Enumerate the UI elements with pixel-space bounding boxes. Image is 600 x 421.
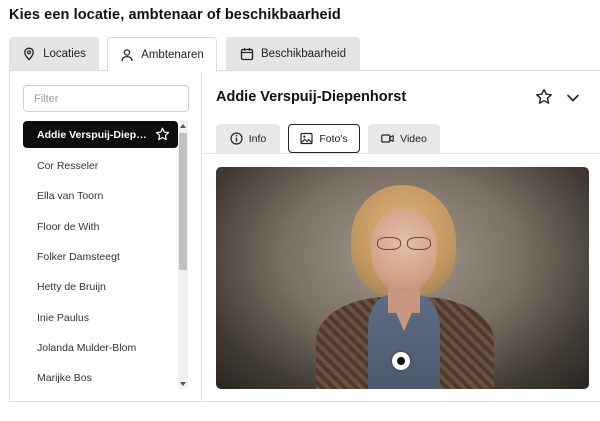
tab-label: Foto's	[319, 132, 348, 145]
scroll-up-icon[interactable]	[178, 121, 188, 131]
profile-photo	[216, 167, 589, 389]
tab-locaties[interactable]: Locaties	[9, 37, 99, 71]
tab-video[interactable]: Video	[368, 124, 440, 153]
image-icon	[300, 132, 313, 145]
tab-ambtenaren[interactable]: Ambtenaren	[107, 37, 217, 72]
user-icon	[120, 48, 134, 62]
tab-label: Video	[400, 132, 427, 145]
tab-label: Info	[248, 132, 267, 145]
media-tabs-divider	[203, 153, 600, 154]
tab-fotos[interactable]: Foto's	[288, 124, 360, 153]
list-item-label: Jolanda Mulder-Blom	[37, 341, 137, 354]
list-item-label: Hetty de Bruijn	[37, 281, 106, 294]
video-icon	[381, 132, 394, 145]
tab-label: Beschikbaarheid	[260, 48, 347, 60]
filter-input[interactable]	[23, 85, 189, 112]
scroll-down-icon[interactable]	[178, 379, 188, 389]
star-icon[interactable]	[535, 88, 553, 106]
star-icon[interactable]	[155, 127, 170, 142]
tab-info[interactable]: Info	[216, 124, 280, 153]
carousel-dot-icon[interactable]	[392, 352, 410, 370]
list-item[interactable]: Marijke Bos	[23, 363, 178, 391]
ambtenaren-sidebar: Addie Verspuij-Diepenhorst Cor Resseler …	[10, 71, 202, 401]
map-pin-icon	[22, 47, 36, 61]
detail-title: Addie Verspuij-Diepenhorst	[216, 89, 407, 105]
list-item-label: Addie Verspuij-Diepenhorst	[37, 128, 150, 141]
content-panel: Addie Verspuij-Diepenhorst Cor Resseler …	[9, 70, 600, 402]
list-item-label: Folker Damsteegt	[37, 251, 120, 264]
list-scrollbar[interactable]	[178, 121, 188, 389]
list-item[interactable]: Jolanda Mulder-Blom	[23, 333, 178, 363]
list-item-label: Ella van Toorn	[37, 190, 104, 203]
list-item-label: Floor de With	[37, 220, 100, 233]
list-item-label: Inie Paulus	[37, 311, 89, 324]
calendar-icon	[240, 47, 254, 61]
list-item-selected[interactable]: Addie Verspuij-Diepenhorst	[23, 121, 178, 148]
list-item[interactable]: Hetty de Bruijn	[23, 272, 178, 302]
ambtenaren-list: Addie Verspuij-Diepenhorst Cor Resseler …	[23, 121, 178, 391]
chevron-down-icon[interactable]	[565, 90, 581, 106]
list-item[interactable]: Floor de With	[23, 212, 178, 242]
list-item[interactable]: Cor Resseler	[23, 151, 178, 181]
page-heading: Kies een locatie, ambtenaar of beschikba…	[9, 7, 341, 23]
scrollbar-thumb[interactable]	[179, 133, 187, 270]
list-item-label: Cor Resseler	[37, 160, 99, 173]
list-item-label: Marijke Bos	[37, 372, 92, 385]
tab-beschikbaarheid[interactable]: Beschikbaarheid	[226, 37, 360, 71]
list-item[interactable]: Folker Damsteegt	[23, 242, 178, 272]
tab-label: Locaties	[43, 48, 86, 60]
info-icon	[230, 132, 243, 145]
tab-label: Ambtenaren	[141, 48, 204, 61]
list-item[interactable]: Inie Paulus	[23, 302, 178, 332]
ambtenaar-detail: Addie Verspuij-Diepenhorst Info Foto's V…	[203, 71, 600, 401]
list-item[interactable]: Ella van Toorn	[23, 181, 178, 211]
